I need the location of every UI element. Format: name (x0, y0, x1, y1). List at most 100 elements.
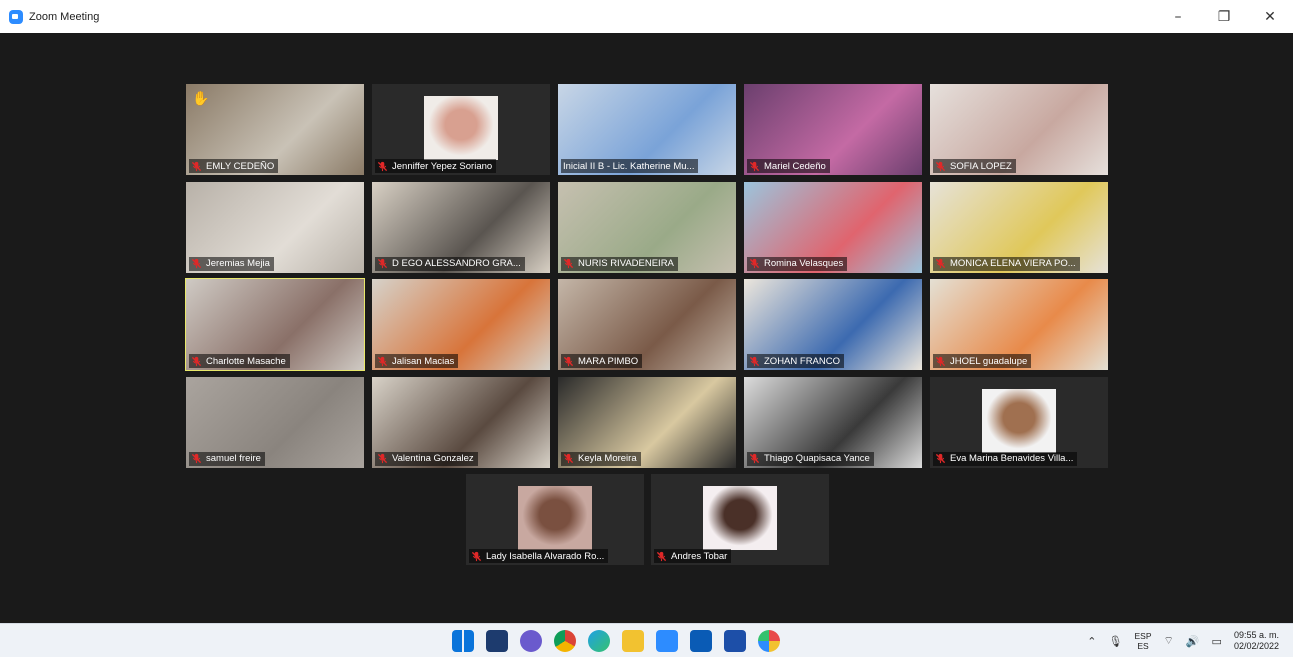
muted-microphone-icon (377, 161, 388, 171)
muted-microphone-icon (935, 356, 946, 366)
participant-name: Lady Isabella Alvarado Ro... (486, 550, 605, 562)
file-explorer-icon[interactable] (622, 630, 644, 652)
participant-tile[interactable]: Lady Isabella Alvarado Ro... (466, 474, 644, 565)
participant-tile[interactable]: MARA PIMBO (558, 279, 736, 370)
participant-name: NURIS RIVADENEIRA (578, 258, 674, 269)
zoom-logo-icon (9, 9, 23, 24)
clock[interactable]: 09:55 a. m. 02/02/2022 (1234, 630, 1279, 652)
muted-microphone-icon (563, 356, 574, 366)
muted-microphone-icon (935, 161, 946, 171)
participant-name: Mariel Cedeño (764, 160, 826, 172)
chat-icon[interactable] (520, 630, 542, 652)
participant-tile[interactable]: Mariel Cedeño (744, 84, 922, 175)
participant-tile[interactable]: Keyla Moreira (558, 376, 736, 468)
muted-microphone-icon (563, 258, 574, 269)
participant-name-tag: Valentina Gonzalez (375, 451, 478, 466)
muted-microphone-icon (749, 161, 760, 171)
participant-tile[interactable]: SOFIA LOPEZ (930, 84, 1108, 175)
muted-microphone-icon (471, 551, 482, 561)
participant-name-tag: MONICA ELENA VIERA PO... (933, 256, 1080, 271)
close-button[interactable]: ✕ (1247, 0, 1293, 33)
participant-tile[interactable]: JHOEL guadalupe (930, 279, 1108, 370)
participant-name: SOFIA LOPEZ (950, 160, 1012, 172)
mail-icon[interactable] (690, 630, 712, 652)
participant-name-tag: Romina Velasques (747, 256, 848, 271)
participant-name: Valentina Gonzalez (392, 453, 474, 464)
window-controls: – ❐ ✕ (1155, 0, 1293, 33)
chrome-icon[interactable] (554, 630, 576, 652)
participant-tile[interactable]: Inicial II B - Lic. Katherine Mu... (558, 84, 736, 175)
muted-microphone-icon (191, 161, 202, 171)
wifi-icon[interactable]: ⌔ (1164, 634, 1174, 648)
participant-tile[interactable]: Jeremias Mejia (186, 181, 364, 273)
muted-microphone-icon (656, 551, 667, 561)
participant-name-tag: SOFIA LOPEZ (933, 159, 1016, 173)
muted-microphone-icon (749, 258, 760, 269)
muted-microphone-icon (935, 258, 946, 269)
window-title: Zoom Meeting (29, 10, 100, 23)
participant-name-tag: JHOEL guadalupe (933, 354, 1032, 368)
participant-tile[interactable]: D EGO ALESSANDRO GRA... (372, 181, 550, 273)
microphone-icon[interactable]: 🎙 (1109, 635, 1123, 648)
participant-name: MONICA ELENA VIERA PO... (950, 258, 1076, 269)
edge-icon[interactable] (588, 630, 610, 652)
participant-tile[interactable]: Charlotte Masache (185, 278, 365, 371)
participant-tile[interactable]: Eva Marina Benavides Villa... (930, 376, 1108, 468)
participant-tile[interactable]: ZOHAN FRANCO (744, 279, 922, 370)
restore-button[interactable]: ❐ (1201, 0, 1247, 33)
muted-microphone-icon (191, 258, 202, 269)
participant-tile[interactable]: ✋ EMLY CEDEÑO (186, 84, 364, 175)
muted-microphone-icon (377, 258, 388, 269)
clock-date: 02/02/2022 (1233, 641, 1279, 651)
participant-name: D EGO ALESSANDRO GRA... (392, 258, 521, 269)
chevron-up-icon[interactable]: ⌃ (1087, 635, 1096, 648)
participant-name: EMLY CEDEÑO (206, 160, 275, 172)
profile-picture (424, 96, 498, 160)
participant-name-tag: Jeremias Mejia (189, 256, 274, 271)
participant-name: Jenniffer Yepez Soriano (392, 160, 493, 172)
participant-tile[interactable]: samuel freire (186, 376, 364, 468)
participant-name: Romina Velasques (764, 258, 844, 269)
paint-icon[interactable] (758, 630, 780, 652)
participant-name-tag: NURIS RIVADENEIRA (561, 256, 678, 271)
taskbar-apps (452, 630, 780, 652)
task-view-icon[interactable] (486, 630, 508, 652)
participant-name-tag: Charlotte Masache (189, 354, 290, 368)
zoom-window: Zoom Meeting – ❐ ✕ ✋ EMLY CEDEÑO Jenniffer… (0, 0, 1293, 623)
participant-name-tag: Inicial II B - Lic. Katherine Mu... (561, 159, 699, 173)
participant-name: samuel freire (206, 453, 261, 464)
participant-name: ZOHAN FRANCO (764, 355, 840, 367)
minimize-button[interactable]: – (1155, 0, 1201, 33)
participant-tile[interactable]: Romina Velasques (744, 181, 922, 273)
battery-icon[interactable]: ▭ (1212, 635, 1222, 648)
participant-name-tag: D EGO ALESSANDRO GRA... (375, 256, 525, 271)
muted-microphone-icon (377, 356, 388, 366)
participant-name: Charlotte Masache (206, 355, 286, 367)
windows-taskbar: ⌃ 🎙 ESP ES ⌔ 🔊 ▭ 09:55 a. m. 02/02/2022 (0, 623, 1293, 657)
muted-microphone-icon (191, 356, 202, 366)
participant-name: Andres Tobar (671, 550, 728, 562)
participant-tile[interactable]: Andres Tobar (651, 474, 829, 565)
participant-tile[interactable]: Jenniffer Yepez Soriano (372, 84, 550, 175)
volume-icon[interactable]: 🔊 (1186, 635, 1200, 648)
zoom-icon[interactable] (656, 630, 678, 652)
windows-start-icon[interactable] (452, 630, 474, 652)
muted-microphone-icon (749, 356, 760, 366)
participant-tile[interactable]: Thiago Quapisaca Yance (744, 376, 922, 468)
participant-tile[interactable]: MONICA ELENA VIERA PO... (930, 181, 1108, 273)
store-icon[interactable] (724, 630, 746, 652)
participant-tile[interactable]: NURIS RIVADENEIRA (558, 181, 736, 273)
participant-name-tag: Keyla Moreira (561, 451, 641, 466)
participant-name: Jalisan Macias (392, 355, 455, 367)
language-indicator[interactable]: ESP ES (1134, 631, 1151, 651)
muted-microphone-icon (377, 453, 388, 464)
muted-microphone-icon (563, 453, 574, 464)
participant-name-tag: MARA PIMBO (561, 354, 643, 368)
muted-microphone-icon (935, 453, 946, 464)
participant-name: Keyla Moreira (578, 453, 637, 464)
participant-tile[interactable]: Valentina Gonzalez (372, 376, 550, 468)
participant-name-tag: Jalisan Macias (375, 354, 459, 368)
participant-name-tag: Eva Marina Benavides Villa... (933, 451, 1078, 466)
participant-tile[interactable]: Jalisan Macias (372, 279, 550, 370)
participant-name: Thiago Quapisaca Yance (764, 453, 870, 464)
